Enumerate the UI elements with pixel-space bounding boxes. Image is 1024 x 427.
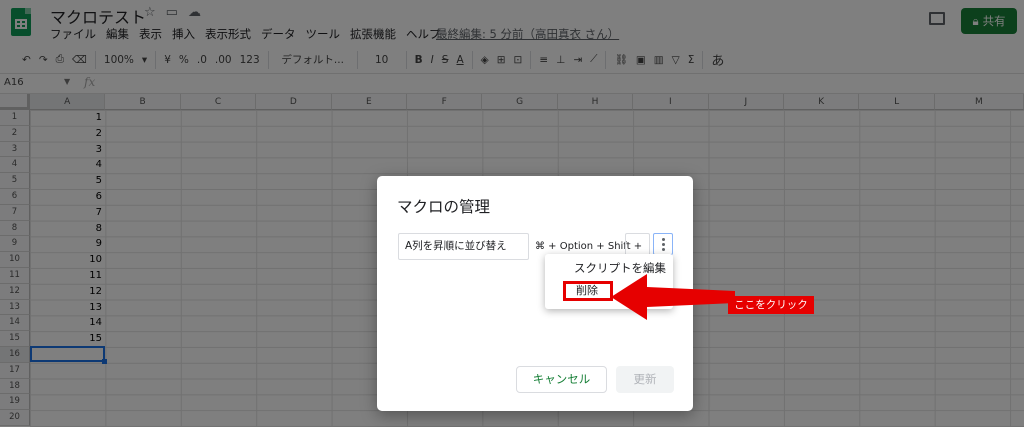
red-arrow-annotation	[611, 274, 735, 320]
more-options-icon[interactable]	[653, 233, 673, 255]
macro-name-field[interactable]: A列を昇順に並び替え	[398, 233, 529, 260]
menu-item-delete[interactable]: 削除	[563, 281, 613, 301]
dialog-title: マクロの管理	[397, 198, 491, 216]
click-here-callout: ここをクリック	[728, 296, 814, 314]
update-button[interactable]: 更新	[616, 366, 674, 393]
cancel-button[interactable]: キャンセル	[516, 366, 607, 393]
